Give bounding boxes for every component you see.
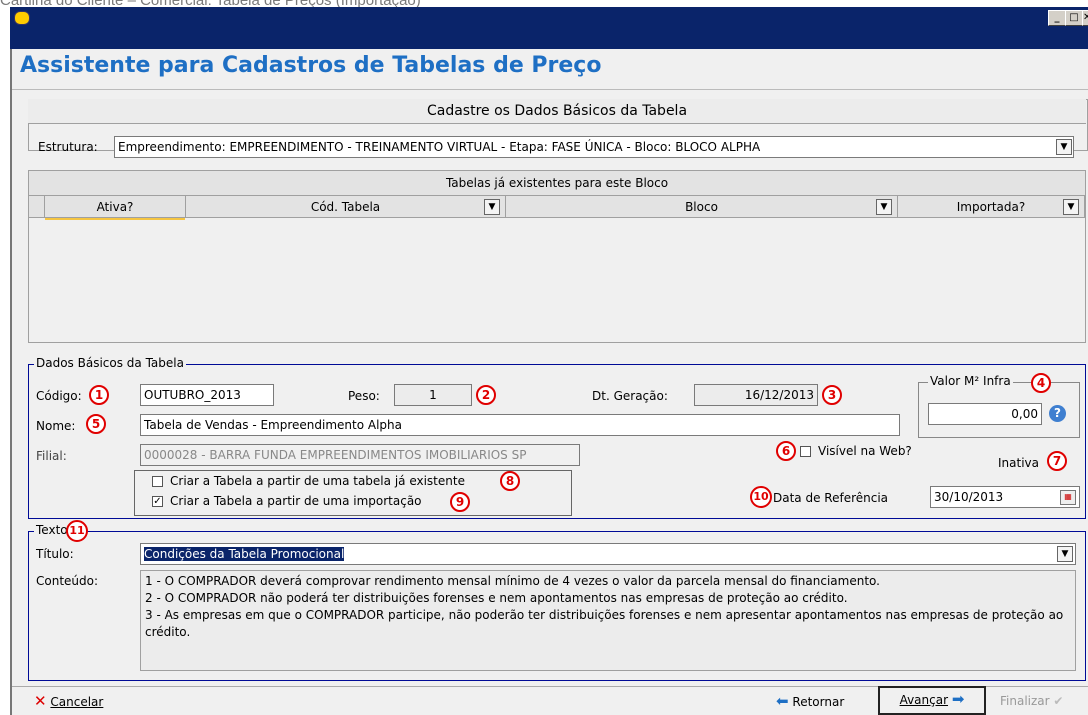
filial-label: Filial: xyxy=(36,449,67,463)
codigo-label: Código: xyxy=(36,389,82,403)
callout-badge-11: 11 xyxy=(66,520,88,542)
back-button[interactable]: ⬅ Retornar xyxy=(776,690,844,713)
callout-badge-7: 7 xyxy=(1047,451,1067,471)
grid-row-indicator-header xyxy=(29,196,45,218)
estrutura-label: Estrutura: xyxy=(38,140,98,154)
texto-legend: Texto xyxy=(34,523,70,537)
wizard-title: Assistente para Cadastros de Tabelas de … xyxy=(20,53,602,78)
column-header-cod-tabela[interactable]: Cód. Tabela xyxy=(186,196,506,218)
arrow-right-icon: ➡ xyxy=(951,690,965,708)
codigo-input[interactable]: OUTUBRO_2013 xyxy=(140,384,274,406)
checkmark-icon: ✔ xyxy=(1053,694,1064,708)
back-label: Retornar xyxy=(792,695,845,709)
next-label: Avançar xyxy=(899,693,949,707)
visivel-web-label: Visível na Web? xyxy=(818,444,912,458)
conteudo-textarea[interactable]: 1 - O COMPRADOR deverá comprovar rendime… xyxy=(140,570,1076,671)
minimize-button[interactable]: _ xyxy=(1048,10,1066,26)
arrow-left-icon: ⬅ xyxy=(776,692,789,710)
criar-existente-checkbox[interactable] xyxy=(152,476,163,487)
help-icon[interactable]: ? xyxy=(1049,405,1066,422)
dt-geracao-label: Dt. Geração: xyxy=(592,389,668,403)
data-referencia-input[interactable]: 30/10/2013 xyxy=(930,486,1080,508)
callout-badge-1: 1 xyxy=(89,385,109,405)
column-header-importada[interactable]: Importada? xyxy=(898,196,1085,218)
filter-dropdown-icon[interactable]: ▼ xyxy=(484,199,500,215)
callout-badge-2: 2 xyxy=(476,385,496,405)
finish-button[interactable]: Finalizar ✔ xyxy=(1000,690,1063,712)
chevron-down-icon[interactable]: ▼ xyxy=(1056,139,1072,155)
filial-select[interactable]: 0000028 - BARRA FUNDA EMPREENDIMENTOS IM… xyxy=(140,444,580,466)
estrutura-value: Empreendimento: EMPREENDIMENTO - TREINAM… xyxy=(118,140,761,154)
column-label: Importada? xyxy=(956,200,1026,214)
next-button[interactable]: Avançar ➡ xyxy=(878,686,986,715)
callout-badge-6: 6 xyxy=(776,441,796,461)
sort-indicator xyxy=(45,218,185,220)
titulo-label: Título: xyxy=(36,547,74,561)
titulo-value: Condições da Tabela Promocional xyxy=(144,547,345,561)
visivel-web-checkbox[interactable] xyxy=(800,446,811,457)
callout-badge-8: 8 xyxy=(500,471,520,491)
nome-label: Nome: xyxy=(36,419,76,433)
header-divider xyxy=(12,89,1088,90)
callout-badge-3: 3 xyxy=(822,385,842,405)
grid-title: Tabelas já existentes para este Bloco xyxy=(29,171,1085,196)
filter-dropdown-icon[interactable]: ▼ xyxy=(1063,199,1079,215)
chevron-down-icon[interactable]: ▼ xyxy=(1057,546,1073,562)
maximize-button[interactable]: □ xyxy=(1065,10,1083,26)
valor-m2-legend: Valor M² Infra xyxy=(928,374,1013,388)
callout-badge-9: 9 xyxy=(450,492,470,512)
peso-label: Peso: xyxy=(348,389,380,403)
column-header-bloco[interactable]: Bloco xyxy=(506,196,898,218)
close-button[interactable]: ✕ xyxy=(1082,10,1088,26)
callout-badge-4: 4 xyxy=(1031,373,1051,393)
filter-dropdown-icon[interactable]: ▼ xyxy=(876,199,892,215)
nome-input[interactable]: Tabela de Vendas - Empreendimento Alpha xyxy=(140,414,900,436)
inativa-status: Inativa xyxy=(998,456,1039,470)
titulo-select[interactable]: Condições da Tabela Promocional xyxy=(140,543,1076,565)
column-header-ativa[interactable]: Ativa? xyxy=(45,196,186,218)
cancel-button[interactable]: ✕ Cancelar xyxy=(34,690,103,713)
window-titlebar[interactable] xyxy=(10,7,1088,49)
peso-input[interactable]: 1 xyxy=(394,384,472,406)
finish-label: Finalizar xyxy=(1000,694,1050,708)
criar-importacao-label: Criar a Tabela a partir de uma importaçã… xyxy=(170,494,422,508)
calendar-icon[interactable]: ▦ xyxy=(1060,490,1076,505)
callout-badge-5: 5 xyxy=(86,414,106,434)
cancel-label: Cancelar xyxy=(50,695,104,709)
valor-m2-input[interactable]: 0,00 xyxy=(928,403,1042,425)
column-label: Bloco xyxy=(685,200,718,214)
close-icon: ✕ xyxy=(34,692,47,710)
dt-geracao-input[interactable]: 16/12/2013 xyxy=(694,384,818,406)
column-label: Cód. Tabela xyxy=(310,200,381,214)
criar-importacao-checkbox[interactable]: ✓ xyxy=(152,496,163,507)
data-referencia-label: Data de Referência xyxy=(773,491,889,505)
panel-title: Cadastre os Dados Básicos da Tabela xyxy=(28,99,1086,124)
app-icon xyxy=(14,11,30,25)
estrutura-select[interactable]: Empreendimento: EMPREENDIMENTO - TREINAM… xyxy=(114,136,1074,158)
criar-existente-label: Criar a Tabela a partir de uma tabela já… xyxy=(170,474,465,488)
conteudo-label: Conteúdo: xyxy=(36,574,99,588)
group-legend: Dados Básicos da Tabela xyxy=(34,356,186,370)
callout-badge-10: 10 xyxy=(750,486,772,508)
